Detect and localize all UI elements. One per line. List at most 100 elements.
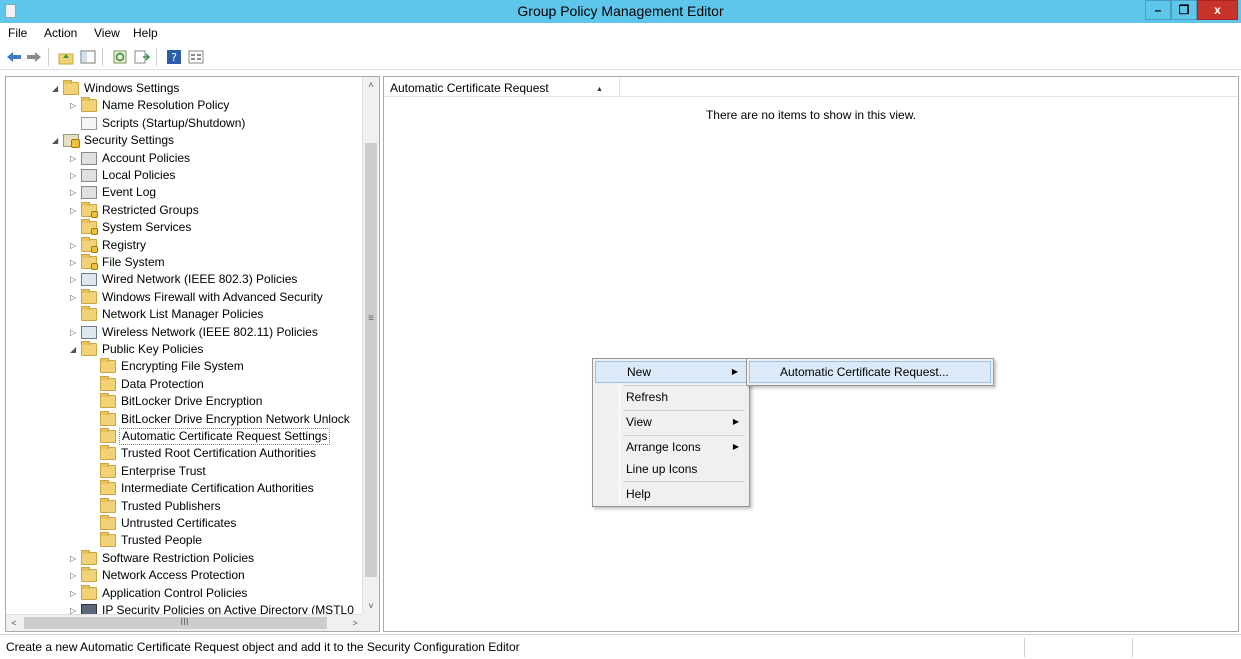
expander-icon[interactable]: ◢: [70, 341, 79, 358]
expander-icon[interactable]: ▷: [70, 184, 79, 201]
tree-item-label: System Services: [102, 220, 192, 235]
console-tree[interactable]: ◢ Windows Settings ▷ Name Resolution Policy…: [5, 76, 380, 632]
menu-help[interactable]: Help: [133, 26, 158, 40]
status-bar: Create a new Automatic Certificate Reque…: [0, 634, 1241, 659]
refresh-icon[interactable]: [112, 49, 128, 65]
folder-icon: [81, 549, 97, 565]
tree-item-label: Name Resolution Policy: [102, 98, 230, 113]
sort-ascending-icon: ▲: [596, 86, 603, 93]
close-button[interactable]: x: [1197, 0, 1238, 20]
expander-icon[interactable]: ▷: [70, 202, 79, 219]
menu-item-view[interactable]: View ▶: [595, 411, 747, 433]
export-list-icon[interactable]: [134, 49, 150, 65]
script-icon: [81, 116, 97, 130]
menu-item-automatic-certificate-request[interactable]: Automatic Certificate Request...: [749, 361, 991, 383]
scroll-down-button[interactable]: ˅: [363, 598, 379, 614]
forward-arrow-icon[interactable]: [26, 49, 42, 65]
menu-action[interactable]: Action: [44, 26, 77, 40]
menu-file[interactable]: File: [8, 26, 27, 40]
expander-icon[interactable]: ▷: [70, 289, 79, 306]
folder-icon: [100, 393, 116, 409]
up-folder-icon[interactable]: [58, 49, 74, 65]
minimize-button[interactable]: –: [1145, 0, 1171, 20]
help-icon[interactable]: ?: [166, 49, 182, 65]
expander-icon[interactable]: ▷: [70, 271, 79, 288]
tree-item-label: Trusted Publishers: [121, 498, 221, 513]
secure-folder-icon: [81, 236, 98, 253]
tree-item-label: Trusted Root Certification Authorities: [121, 446, 316, 461]
status-divider: [1132, 638, 1133, 657]
menu-item-refresh[interactable]: Refresh: [595, 386, 747, 408]
folder-icon: [81, 306, 97, 322]
wired-network-icon: [81, 273, 97, 287]
tree-item-label: Intermediate Certification Authorities: [121, 481, 314, 496]
tree-item-label: Account Policies: [102, 150, 191, 165]
tree-item-label: Software Restriction Policies: [102, 550, 255, 565]
expander-icon[interactable]: ▷: [70, 167, 79, 184]
tree-vertical-scrollbar[interactable]: ˄ ≡ ˅: [362, 77, 379, 614]
submenu-arrow-icon: ▶: [732, 442, 739, 451]
column-header-label: Automatic Certificate Request: [390, 81, 549, 95]
tree-item-label: Wired Network (IEEE 802.3) Policies: [102, 272, 298, 287]
expander-icon[interactable]: ▷: [70, 550, 79, 567]
tree-item-label: Trusted People: [121, 533, 202, 548]
wireless-network-icon: [81, 325, 97, 339]
tree-item-label: Application Control Policies: [102, 585, 248, 600]
menu-item-new-label: New: [627, 365, 652, 379]
expander-placeholder: [89, 480, 98, 497]
svg-text:?: ?: [171, 51, 177, 64]
tree-horizontal-scrollbar[interactable]: < III >: [6, 614, 363, 631]
expander-icon[interactable]: ▷: [70, 254, 79, 271]
menu-bar: File Action View Help: [0, 23, 1241, 43]
menu-item-new[interactable]: New ▶: [595, 361, 747, 383]
back-arrow-icon[interactable]: [6, 49, 22, 65]
tree-item-label: Local Policies: [102, 168, 176, 182]
expander-icon[interactable]: ▷: [70, 567, 79, 584]
expander-placeholder: [89, 376, 98, 393]
tree-item-label: BitLocker Drive Encryption Network Unloc…: [121, 411, 350, 426]
properties-view-icon[interactable]: [188, 49, 204, 65]
tree-item-label: BitLocker Drive Encryption: [121, 394, 263, 409]
tree-item-label: Windows Firewall with Advanced Security: [102, 289, 323, 304]
scroll-right-button[interactable]: >: [347, 615, 363, 631]
folder-icon: [100, 515, 116, 530]
menu-view[interactable]: View: [94, 26, 120, 40]
tree-item-label: Public Key Policies: [102, 342, 204, 356]
menu-separator: [623, 481, 745, 482]
expander-icon[interactable]: ▷: [70, 237, 79, 254]
tree-item-label: Event Log: [102, 185, 157, 200]
menu-item-help[interactable]: Help: [595, 483, 747, 505]
policy-icon: [81, 151, 97, 165]
expander-icon[interactable]: ▷: [70, 97, 79, 114]
tree-item-label: Network Access Protection: [102, 568, 245, 583]
show-hide-tree-icon[interactable]: [80, 49, 96, 65]
toolbar-separator: [156, 48, 157, 66]
results-pane[interactable]: Automatic Certificate Request ▲ There ar…: [383, 76, 1239, 632]
tree-item-label: Scripts (Startup/Shutdown): [102, 115, 246, 130]
menu-item-line-up-icons[interactable]: Line up Icons: [595, 458, 747, 480]
menu-item-arrange-icons[interactable]: Arrange Icons ▶: [595, 436, 747, 458]
folder-icon: [100, 497, 116, 513]
column-header-automatic-certificate-request[interactable]: Automatic Certificate Request ▲: [384, 77, 620, 97]
lock-overlay-icon: [91, 263, 98, 270]
expander-placeholder: [89, 445, 98, 462]
tree-item-label: Windows Settings: [84, 81, 180, 95]
lock-overlay-icon: [91, 245, 98, 253]
lock-overlay-icon: [91, 228, 98, 236]
expander-placeholder: [89, 428, 98, 445]
expander-placeholder: [89, 358, 98, 375]
folder-icon: [100, 428, 116, 443]
expander-icon[interactable]: ▷: [70, 585, 79, 602]
expander-icon[interactable]: ◢: [52, 80, 61, 97]
restore-button[interactable]: ❐: [1171, 0, 1197, 20]
new-submenu: Automatic Certificate Request...: [746, 358, 994, 386]
expander-icon[interactable]: ▷: [70, 324, 79, 341]
toolbar-separator: [102, 48, 103, 66]
scroll-thumb[interactable]: [365, 143, 377, 577]
expander-icon[interactable]: ▷: [70, 150, 79, 167]
scroll-up-button[interactable]: ˄: [363, 77, 379, 93]
folder-icon: [100, 480, 116, 496]
expander-icon[interactable]: ◢: [52, 132, 61, 149]
toolbar: ?: [0, 44, 1241, 70]
expander-placeholder: [70, 306, 79, 323]
